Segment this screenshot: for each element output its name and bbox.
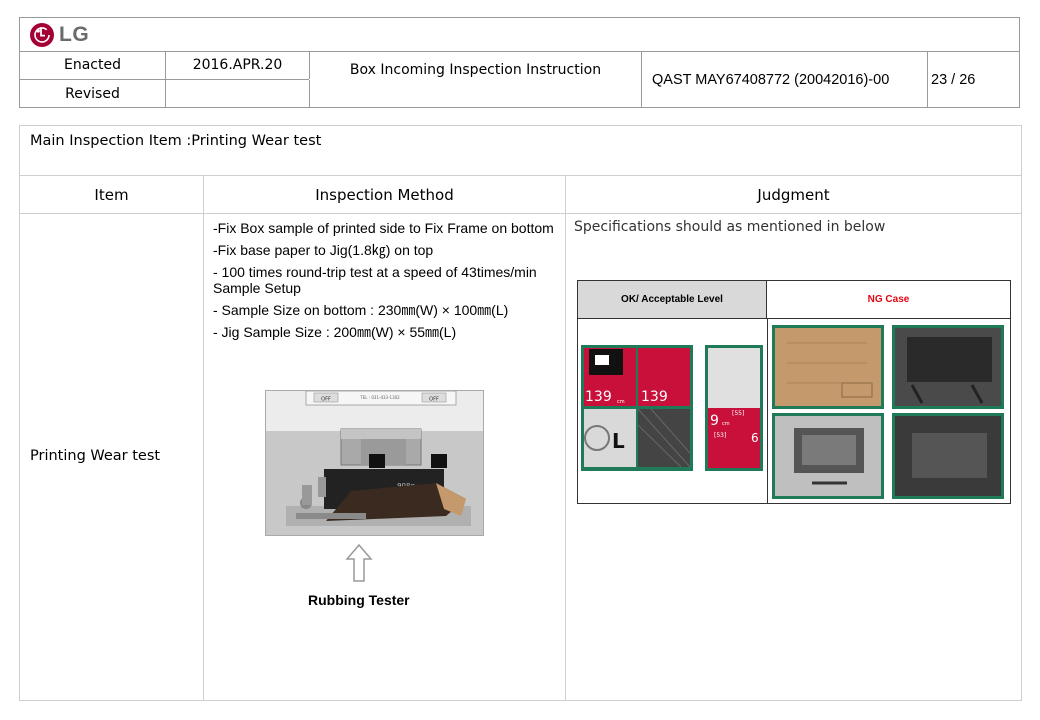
ok-sample-size: [55] [732, 410, 744, 417]
inspection-table: Main Inspection Item :Printing Wear test… [19, 125, 1022, 701]
item-value: Printing Wear test [30, 448, 161, 464]
logo-row: LG [20, 18, 1019, 52]
ok-sample-number: 139 [641, 389, 668, 405]
ng-case-header: NG Case [767, 281, 1010, 319]
ok-sample-number: 139 [585, 389, 612, 405]
lg-logo-icon [30, 23, 54, 47]
main-inspection-title: Main Inspection Item :Printing Wear test [30, 133, 322, 149]
ok-sample-logo: L [612, 429, 625, 453]
ng-sample-photos [772, 325, 1004, 499]
rubbing-tester-photo: OFF OFF TEL : 031-433-1302 908g [265, 390, 484, 536]
document-header: LG Enacted 2016.APR.20 Revised Box Incom… [19, 17, 1020, 108]
ok-sample-digit: 6 [751, 431, 759, 445]
tester-label: TEL : 031-433-1302 [359, 395, 400, 400]
method-line: -Fix Box sample of printed side to Fix F… [213, 220, 554, 236]
photo-caption: Rubbing Tester [308, 592, 410, 608]
revised-label: Revised [20, 80, 166, 108]
revised-date [166, 80, 310, 108]
ok-sample-unit: cm [617, 399, 625, 405]
document-title: Box Incoming Inspection Instruction [310, 51, 642, 108]
page-number: 23 / 26 [931, 71, 976, 88]
ok-sample-number: 9 [710, 413, 719, 429]
column-header-method: Inspection Method [315, 185, 454, 204]
judgment-text: Specifications should as mentioned in be… [574, 219, 886, 235]
off-switch-right: OFF [429, 397, 439, 403]
arrow-up-icon [345, 543, 373, 582]
column-divider [767, 319, 768, 503]
lg-logo: LG [30, 23, 89, 47]
method-list: -Fix Box sample of printed side to Fix F… [213, 220, 563, 346]
judgment-sample-table: OK/ Acceptable Level NG Case 139 cm 139 … [577, 280, 1011, 504]
method-line: - Sample Size on bottom : 230㎜(W) × 100㎜… [213, 302, 509, 319]
row-divider [20, 213, 1021, 214]
column-header-item: Item [94, 185, 129, 204]
column-divider [203, 175, 204, 700]
enacted-label: Enacted [20, 51, 166, 79]
lg-logo-text: LG [59, 23, 90, 46]
document-code: QAST MAY67408772 (20042016)-00 [642, 51, 928, 108]
ok-sample-unit: cm [722, 421, 730, 427]
method-line: - Jig Sample Size : 200㎜(W) × 55㎜(L) [213, 323, 457, 340]
ok-sample-photos: 139 cm 139 L 9 cm [55] [53] 6 [581, 345, 763, 471]
column-header-judgment: Judgment [757, 185, 830, 204]
method-line: -Fix base paper to Jig(1.8㎏) on top [213, 241, 434, 258]
column-divider [565, 175, 566, 700]
ok-level-header: OK/ Acceptable Level [578, 281, 767, 319]
method-line: - 100 times round-trip test at a speed o… [213, 263, 537, 297]
ok-sample-size: [53] [714, 432, 726, 439]
enacted-date: 2016.APR.20 [166, 51, 310, 79]
off-switch-left: OFF [321, 397, 331, 403]
